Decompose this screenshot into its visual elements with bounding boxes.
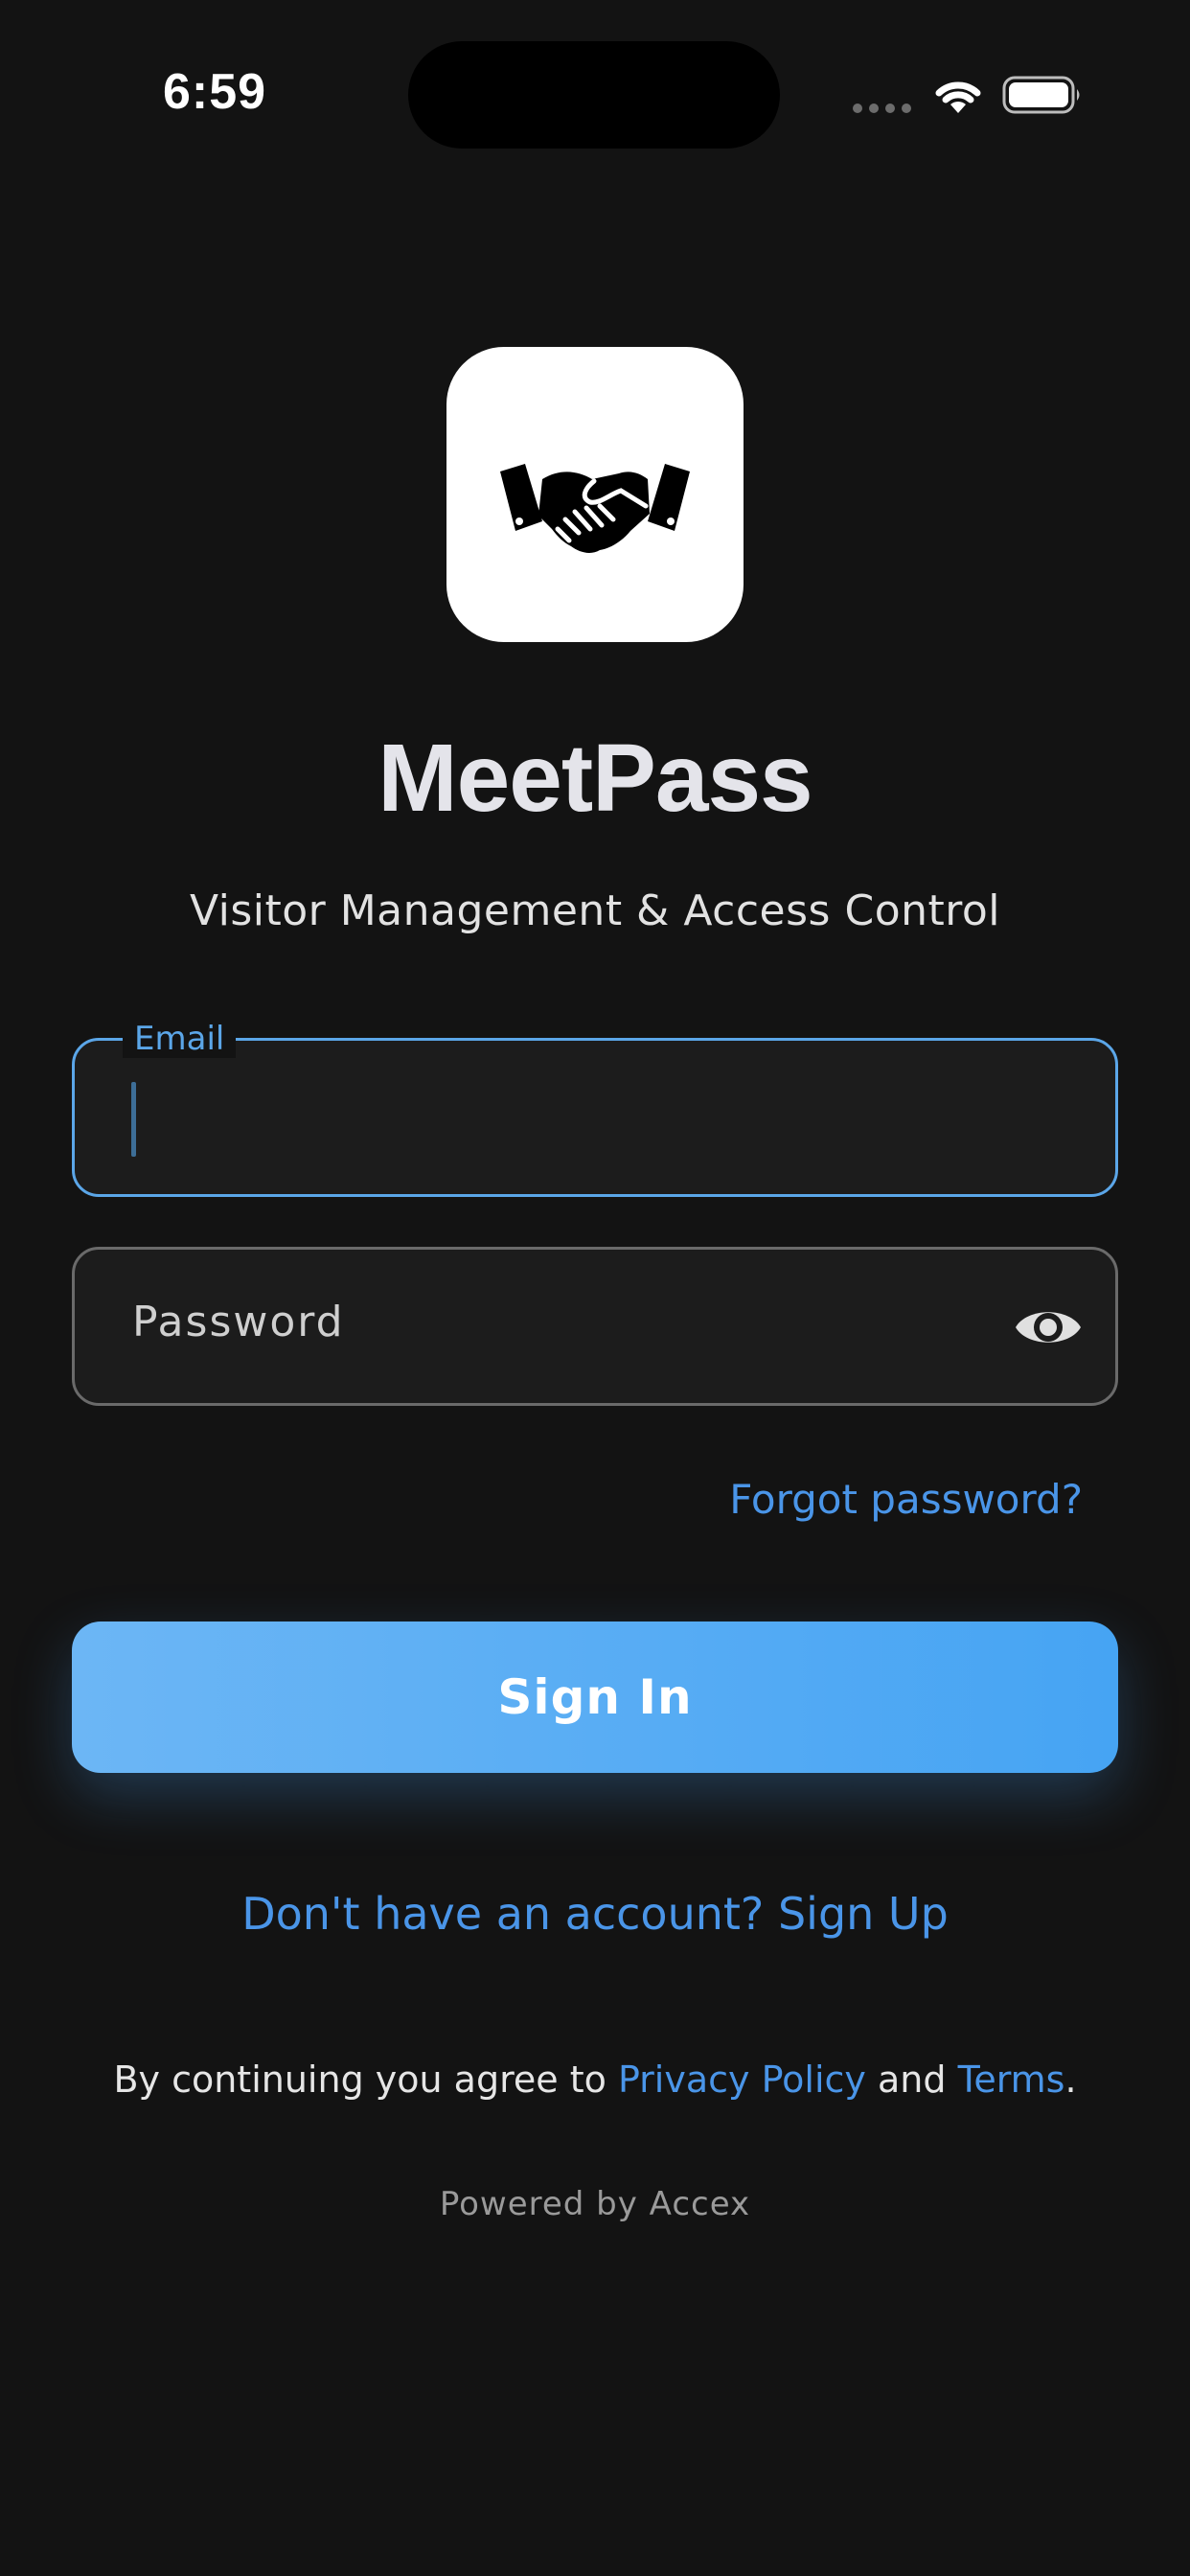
legal-text: By continuing you agree to Privacy Polic…: [0, 2058, 1190, 2101]
email-label: Email: [123, 1020, 237, 1058]
forgot-password-link[interactable]: Forgot password?: [729, 1476, 1083, 1523]
app-subtitle: Visitor Management & Access Control: [189, 886, 1001, 935]
email-input[interactable]: [132, 1079, 998, 1158]
legal-prefix: By continuing you agree to: [113, 2058, 618, 2101]
password-field[interactable]: Password: [72, 1247, 1118, 1406]
legal-and: and: [865, 2058, 958, 2101]
password-placeholder: Password: [132, 1298, 345, 1346]
sign-up-link[interactable]: Don't have an account? Sign Up: [0, 1888, 1190, 1940]
dynamic-island: [408, 41, 780, 149]
wifi-icon: [935, 81, 981, 113]
eye-icon[interactable]: [1014, 1298, 1083, 1357]
status-time: 6:59: [163, 64, 267, 120]
sign-in-label: Sign In: [497, 1669, 693, 1725]
powered-by: Powered by Accex: [439, 2185, 751, 2223]
email-field[interactable]: Email: [72, 1020, 1118, 1197]
handshake-icon: [500, 464, 690, 553]
login-screen: 6:59 MeetPass Visitor Management & Acces…: [0, 0, 1190, 2576]
terms-link[interactable]: Terms: [958, 2058, 1065, 2101]
privacy-policy-link[interactable]: Privacy Policy: [618, 2058, 866, 2101]
app-logo: [446, 347, 744, 642]
legal-suffix: .: [1064, 2058, 1077, 2101]
app-title: MeetPass: [378, 724, 812, 832]
cellular-signal-icon: [853, 104, 912, 115]
sign-in-button[interactable]: Sign In: [72, 1622, 1118, 1773]
battery-icon: [1002, 76, 1080, 114]
